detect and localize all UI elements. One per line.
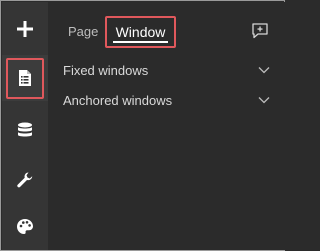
section-label: Anchored windows [63, 92, 173, 108]
chevron-down-icon [258, 97, 270, 104]
add-page-icon[interactable] [251, 22, 269, 40]
fixed-windows-section[interactable]: Fixed windows [48, 55, 285, 85]
data-button[interactable] [2, 108, 48, 154]
database-icon [18, 122, 32, 137]
tab-page[interactable]: Page [68, 16, 98, 48]
palette-icon [17, 219, 33, 234]
widget-settings-button[interactable] [2, 157, 48, 203]
theme-button[interactable] [2, 204, 48, 250]
active-tab-indicator [113, 41, 168, 43]
settings-panel: Page Window Fixed windows Anchored windo… [48, 2, 285, 250]
tab-window-label: Window [115, 24, 166, 40]
tab-window[interactable]: Window [105, 16, 176, 48]
app-frame: Page Window Fixed windows Anchored windo… [0, 0, 285, 251]
wrench-icon [17, 172, 33, 188]
selection-highlight [6, 58, 44, 99]
side-rail [2, 2, 48, 250]
page-button[interactable] [2, 55, 48, 101]
section-label: Fixed windows [63, 62, 149, 78]
plus-icon [17, 21, 33, 37]
add-button[interactable] [2, 6, 48, 52]
anchored-windows-section[interactable]: Anchored windows [48, 85, 285, 115]
chevron-down-icon [258, 67, 270, 74]
